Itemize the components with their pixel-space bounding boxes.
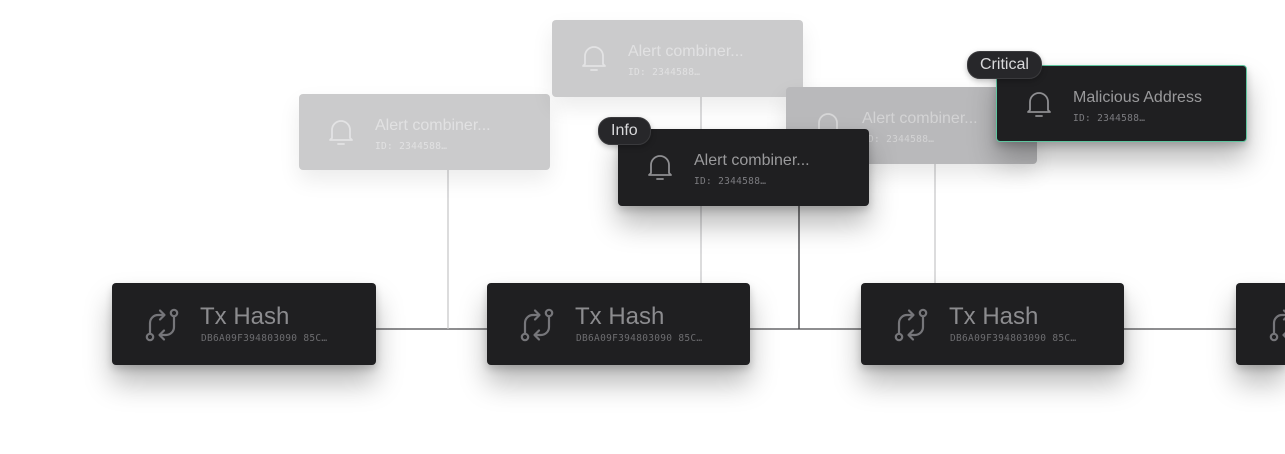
severity-badge-critical: Critical	[967, 51, 1042, 79]
alert-id: ID: 2344588…	[375, 141, 448, 152]
alert-id: ID: 2344588…	[628, 67, 701, 78]
alert-title: Malicious Address	[1073, 89, 1202, 106]
bell-icon	[1027, 92, 1051, 117]
alert-title: Alert combiner...	[375, 117, 491, 134]
transaction-graph: Alert combiner... ID: 2344588… Alert com…	[0, 0, 1285, 454]
tx-node-2[interactable]: Tx Hash DB6A09F394803090 85C…	[487, 283, 750, 365]
tx-title: Tx Hash	[575, 303, 665, 330]
bell-icon	[648, 155, 672, 180]
alert-title: Alert combiner...	[694, 152, 810, 169]
transaction-swap-icon	[1269, 309, 1285, 342]
alert-card-back-top[interactable]: Alert combiner... ID: 2344588…	[552, 20, 803, 97]
alert-id: ID: 2344588…	[862, 134, 935, 145]
transaction-swap-icon	[145, 308, 179, 342]
alert-title: Alert combiner...	[862, 110, 978, 127]
alert-card-info[interactable]: Alert combiner... ID: 2344588…	[618, 129, 869, 206]
transaction-swap-icon	[520, 308, 554, 342]
bell-icon	[329, 120, 353, 145]
tx-node-1[interactable]: Tx Hash DB6A09F394803090 85C…	[112, 283, 376, 365]
alert-title: Alert combiner...	[628, 43, 744, 60]
transaction-swap-icon	[894, 308, 928, 342]
alert-id: ID: 2344588…	[694, 176, 767, 187]
alert-id: ID: 2344588…	[1073, 113, 1146, 124]
tx-hash: DB6A09F394803090 85C…	[201, 333, 328, 344]
tx-title: Tx Hash	[949, 303, 1039, 330]
tx-title: Tx Hash	[200, 303, 290, 330]
severity-badge-info: Info	[598, 117, 651, 145]
tx-hash: DB6A09F394803090 85C…	[950, 333, 1077, 344]
bell-icon	[582, 46, 606, 71]
tx-node-3[interactable]: Tx Hash DB6A09F394803090 85C…	[861, 283, 1124, 365]
tx-node-partial[interactable]	[1236, 283, 1285, 365]
tx-hash: DB6A09F394803090 85C…	[576, 333, 703, 344]
alert-card-back-left[interactable]: Alert combiner... ID: 2344588…	[299, 94, 550, 170]
